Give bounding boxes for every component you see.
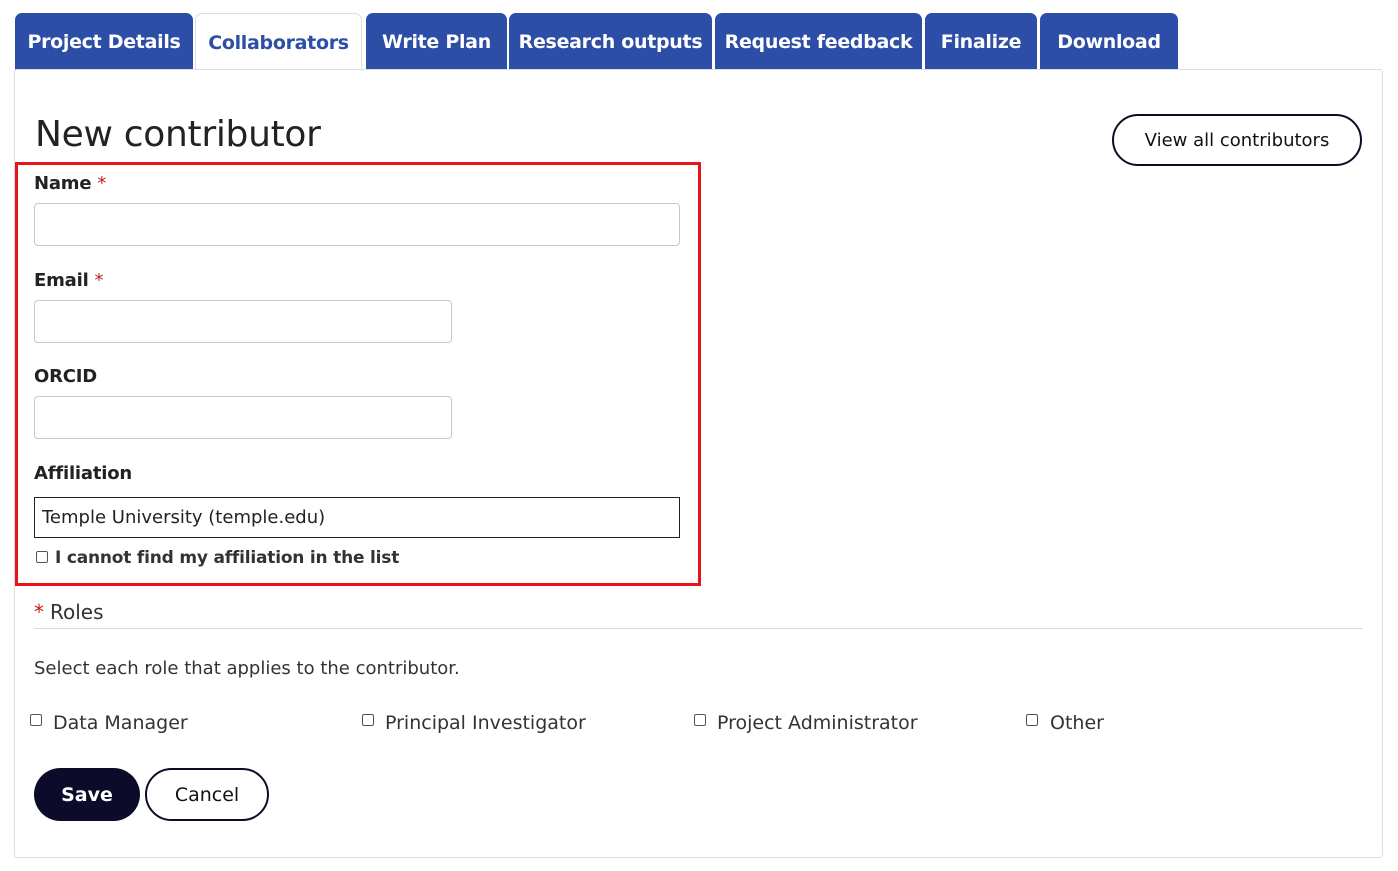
required-marker: * bbox=[34, 600, 44, 624]
role-checkbox-data-manager[interactable] bbox=[30, 714, 42, 726]
tab-write-plan[interactable]: Write Plan bbox=[366, 13, 507, 70]
no-affiliation-checkbox[interactable] bbox=[36, 551, 48, 563]
role-label-project-administrator: Project Administrator bbox=[717, 712, 918, 734]
roles-legend: * Roles bbox=[34, 600, 104, 624]
required-marker: * bbox=[97, 173, 107, 194]
tab-label: Collaborators bbox=[208, 31, 349, 54]
tab-label: Download bbox=[1057, 30, 1161, 53]
role-checkbox-project-administrator[interactable] bbox=[694, 714, 706, 726]
tab-label: Research outputs bbox=[518, 30, 703, 53]
affiliation-label: Affiliation bbox=[34, 463, 133, 484]
name-input[interactable] bbox=[34, 203, 680, 246]
email-label-text: Email bbox=[34, 270, 89, 291]
tab-project-details[interactable]: Project Details bbox=[15, 13, 193, 70]
tab-finalize[interactable]: Finalize bbox=[925, 13, 1037, 70]
tab-label: Write Plan bbox=[382, 30, 491, 53]
view-all-contributors-button[interactable]: View all contributors bbox=[1112, 114, 1362, 166]
no-affiliation-label: I cannot find my affiliation in the list bbox=[55, 548, 400, 568]
tab-collaborators[interactable]: Collaborators bbox=[195, 13, 362, 71]
tab-research-outputs[interactable]: Research outputs bbox=[509, 13, 712, 70]
roles-legend-text: Roles bbox=[50, 600, 104, 624]
email-label: Email * bbox=[34, 270, 104, 291]
role-label-data-manager: Data Manager bbox=[53, 712, 188, 734]
email-input[interactable] bbox=[34, 300, 452, 343]
tab-download[interactable]: Download bbox=[1040, 13, 1178, 70]
affiliation-input[interactable] bbox=[34, 497, 680, 538]
required-marker: * bbox=[94, 270, 104, 291]
roles-hint: Select each role that applies to the con… bbox=[34, 658, 460, 679]
tab-label: Request feedback bbox=[724, 30, 913, 53]
tab-request-feedback[interactable]: Request feedback bbox=[715, 13, 922, 70]
role-checkbox-principal-investigator[interactable] bbox=[362, 714, 374, 726]
name-label: Name * bbox=[34, 173, 106, 194]
orcid-input[interactable] bbox=[34, 396, 452, 439]
tab-label: Project Details bbox=[27, 30, 181, 53]
role-label-principal-investigator: Principal Investigator bbox=[385, 712, 586, 734]
cancel-button[interactable]: Cancel bbox=[145, 768, 269, 821]
save-button[interactable]: Save bbox=[34, 768, 140, 821]
roles-divider bbox=[34, 628, 1363, 629]
page-title: New contributor bbox=[35, 114, 321, 155]
role-label-other: Other bbox=[1050, 712, 1104, 734]
orcid-label: ORCID bbox=[34, 366, 98, 387]
role-checkbox-other[interactable] bbox=[1026, 714, 1038, 726]
name-label-text: Name bbox=[34, 173, 92, 194]
tab-label: Finalize bbox=[940, 30, 1022, 53]
